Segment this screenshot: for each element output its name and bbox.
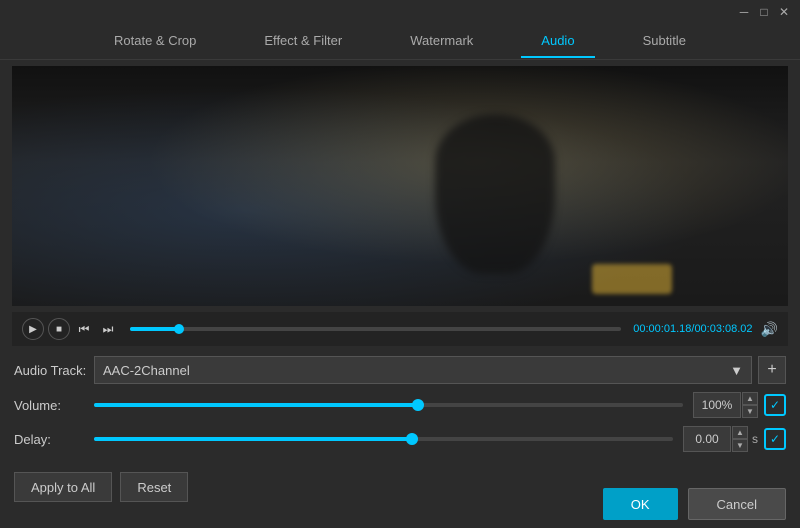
- volume-row: Volume: 100% ▲ ▼ ✓: [14, 392, 786, 418]
- volume-slider-track: [94, 403, 683, 407]
- tabs-bar: Rotate & Crop Effect & Filter Watermark …: [0, 24, 800, 60]
- dropdown-arrow-icon: ▼: [730, 363, 743, 378]
- title-bar: ─ □ ✕: [0, 0, 800, 24]
- audio-track-value: AAC-2Channel: [103, 363, 190, 378]
- progress-bar[interactable]: [130, 327, 621, 331]
- delay-label: Delay:: [14, 432, 94, 447]
- delay-sync-button[interactable]: ✓: [764, 428, 786, 450]
- ok-button[interactable]: OK: [603, 488, 678, 520]
- delay-slider-fill: [94, 437, 412, 441]
- tab-subtitle[interactable]: Subtitle: [623, 25, 706, 58]
- delay-increase-button[interactable]: ▲: [732, 426, 748, 439]
- volume-slider-fill: [94, 403, 418, 407]
- time-display: 00:00:01.18/00:03:08.02: [633, 323, 752, 335]
- audio-track-dropdown[interactable]: AAC-2Channel ▼: [94, 356, 752, 384]
- playback-controls: ▶ ■ ⏮ ⏭ 00:00:01.18/00:03:08.02 🔊: [12, 312, 788, 346]
- video-preview-area: Original: 1898x700 Output: 1898x700: [12, 66, 788, 306]
- delay-unit-label: s: [752, 432, 758, 446]
- delay-value-box: 0.00 ▲ ▼: [683, 426, 748, 452]
- volume-label: Volume:: [14, 398, 94, 413]
- delay-slider-thumb[interactable]: [406, 433, 418, 445]
- cancel-button[interactable]: Cancel: [688, 488, 786, 520]
- audio-track-label: Audio Track:: [14, 363, 94, 378]
- minimize-button[interactable]: ─: [736, 4, 752, 20]
- tab-audio[interactable]: Audio: [521, 25, 594, 58]
- add-audio-track-button[interactable]: +: [758, 356, 786, 384]
- volume-icon[interactable]: 🔊: [761, 321, 778, 338]
- footer: OK Cancel: [0, 480, 800, 528]
- tab-effect[interactable]: Effect & Filter: [244, 25, 362, 58]
- controls-panel: Audio Track: AAC-2Channel ▼ + Volume: 10…: [0, 346, 800, 468]
- progress-thumb[interactable]: [174, 324, 184, 334]
- volume-value: 100%: [693, 392, 741, 418]
- delay-decrease-button[interactable]: ▼: [732, 439, 748, 452]
- close-button[interactable]: ✕: [776, 4, 792, 20]
- volume-decrease-button[interactable]: ▼: [742, 405, 758, 418]
- maximize-button[interactable]: □: [756, 4, 772, 20]
- delay-spinners: ▲ ▼: [732, 426, 748, 452]
- tab-watermark[interactable]: Watermark: [390, 25, 493, 58]
- prev-frame-button[interactable]: ⏮: [74, 319, 94, 339]
- volume-sync-button[interactable]: ✓: [764, 394, 786, 416]
- stop-button[interactable]: ■: [48, 318, 70, 340]
- total-time: 00:03:08.02: [694, 323, 752, 335]
- delay-slider[interactable]: [94, 429, 673, 449]
- current-time: 00:00:01.18: [633, 323, 691, 335]
- volume-value-box: 100% ▲ ▼: [693, 392, 758, 418]
- play-button[interactable]: ▶: [22, 318, 44, 340]
- delay-value: 0.00: [683, 426, 731, 452]
- volume-slider-thumb[interactable]: [412, 399, 424, 411]
- next-frame-button[interactable]: ⏭: [98, 319, 118, 339]
- video-frame: [12, 66, 788, 306]
- delay-slider-track: [94, 437, 673, 441]
- video-preview: [12, 66, 788, 306]
- delay-row: Delay: 0.00 ▲ ▼ s ✓: [14, 426, 786, 452]
- audio-track-row: Audio Track: AAC-2Channel ▼ +: [14, 356, 786, 384]
- volume-slider[interactable]: [94, 395, 683, 415]
- volume-spinners: ▲ ▼: [742, 392, 758, 418]
- tab-rotate[interactable]: Rotate & Crop: [94, 25, 216, 58]
- volume-increase-button[interactable]: ▲: [742, 392, 758, 405]
- progress-fill: [130, 327, 179, 331]
